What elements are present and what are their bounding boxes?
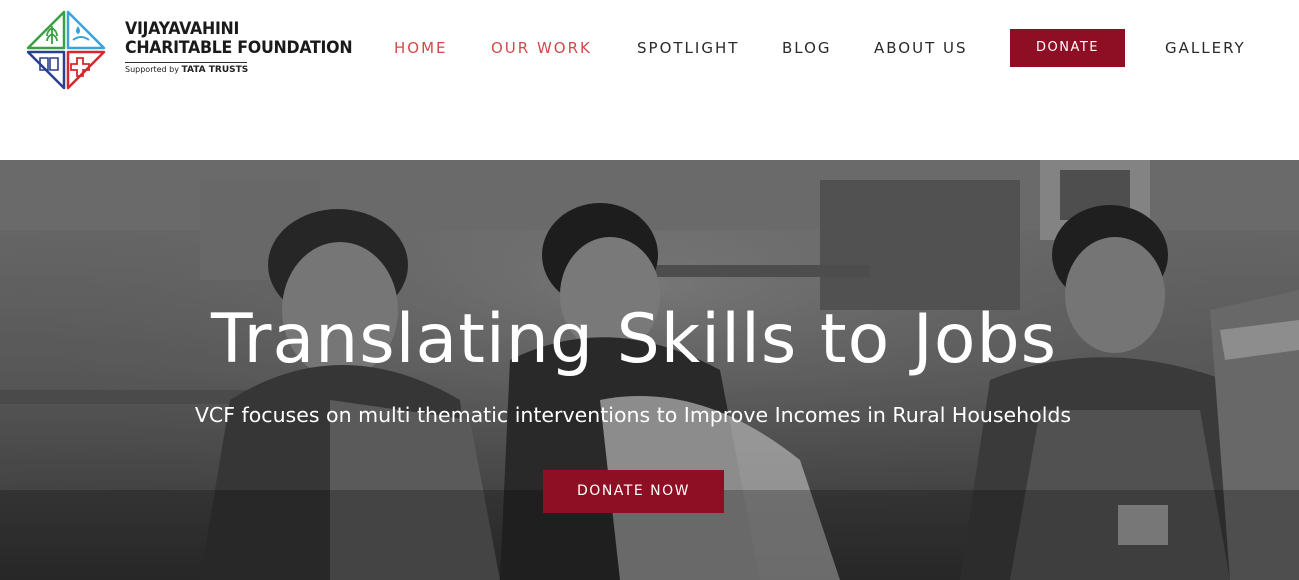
main-nav: HOME OUR WORK SPOTLIGHT BLOG ABOUT US DO… xyxy=(0,29,1299,67)
nav-item-home[interactable]: HOME xyxy=(394,29,448,67)
nav-item-spotlight[interactable]: SPOTLIGHT xyxy=(637,29,739,67)
hero-title: Translating Skills to Jobs xyxy=(210,300,1058,379)
donate-now-button[interactable]: DONATE NOW xyxy=(543,470,724,513)
nav-item-our-work[interactable]: OUR WORK xyxy=(491,29,592,67)
hero-banner: Translating Skills to Jobs VCF focuses o… xyxy=(0,160,1299,580)
hero-subtitle: VCF focuses on multi thematic interventi… xyxy=(194,403,1072,427)
nav-item-blog[interactable]: BLOG xyxy=(782,29,832,67)
nav-item-gallery[interactable]: GALLERY xyxy=(1165,29,1246,67)
site-header: VIJAYAVAHINI CHARITABLE FOUNDATION Suppo… xyxy=(0,0,1299,160)
nav-donate-button[interactable]: DONATE xyxy=(1010,29,1125,67)
nav-item-about-us[interactable]: ABOUT US xyxy=(874,29,968,67)
